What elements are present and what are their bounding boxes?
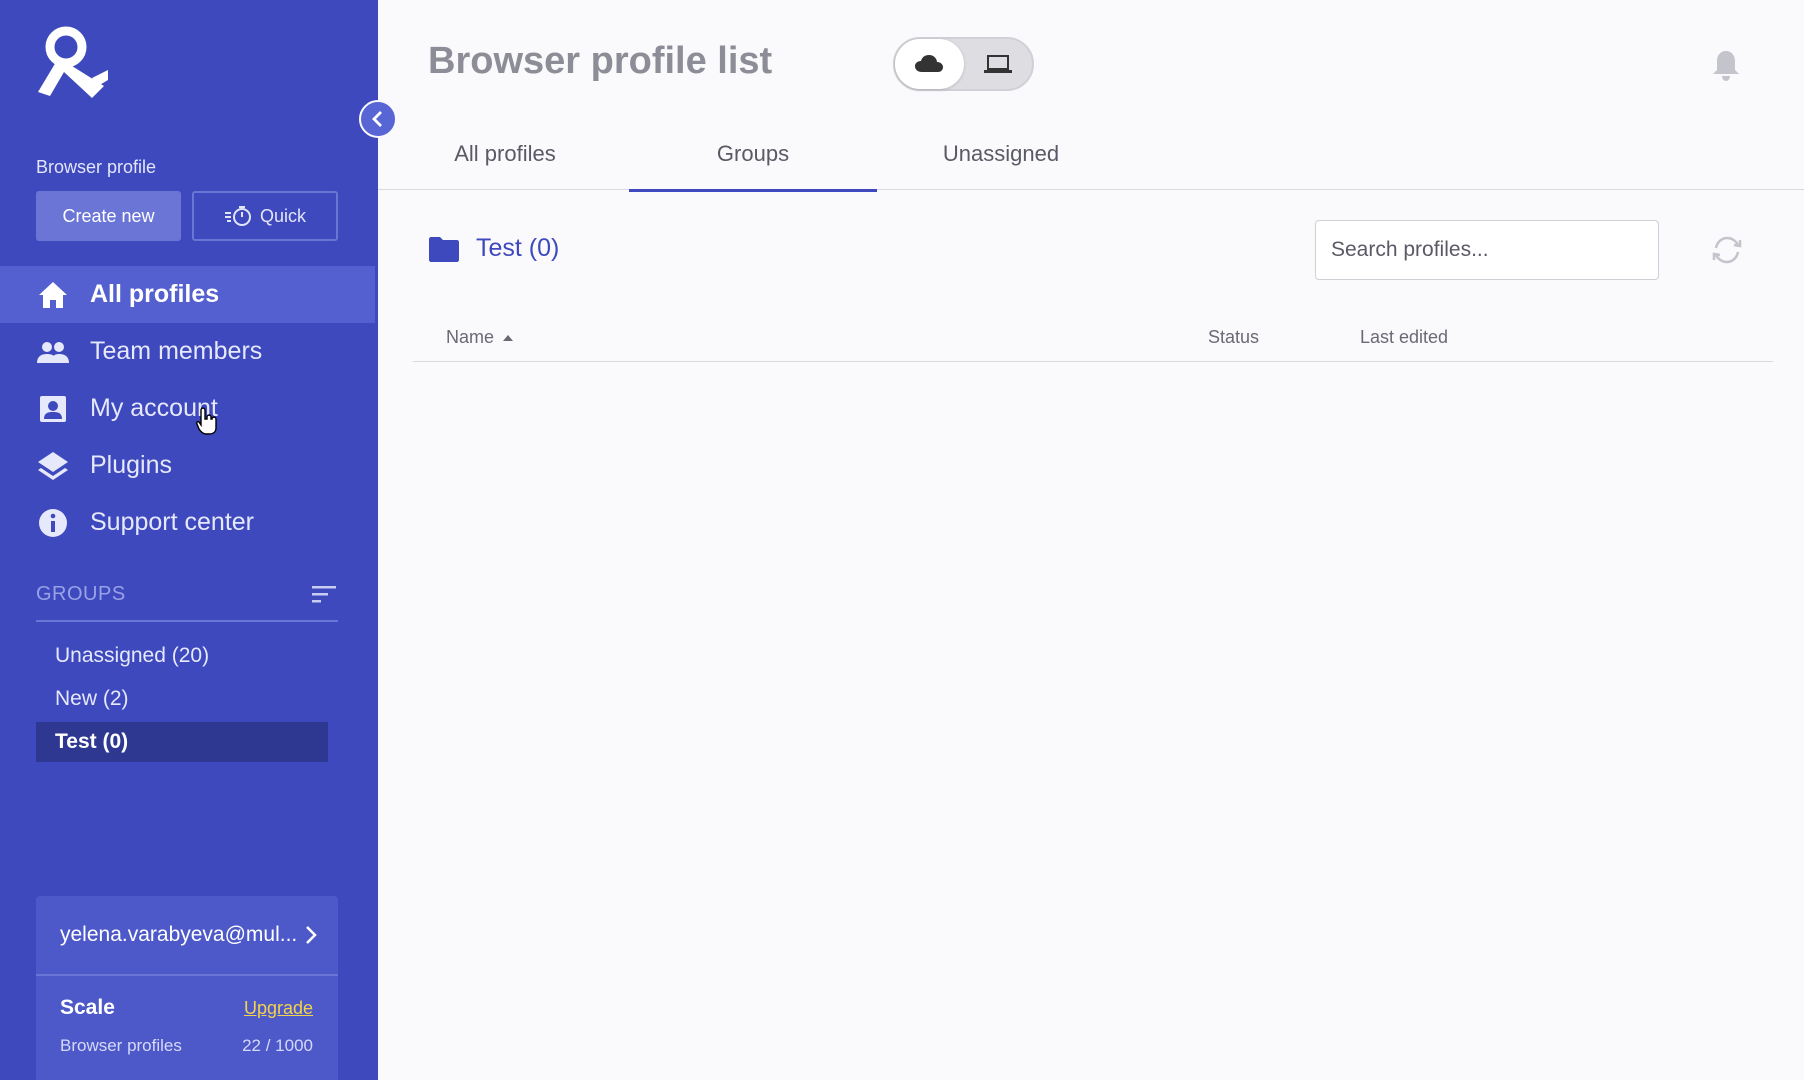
collapse-sidebar-button[interactable] [359,100,397,138]
browser-profile-label: Browser profile [36,157,157,177]
column-header-status[interactable]: Status [1208,327,1259,348]
sidebar-item-support-center[interactable]: Support center [0,494,378,551]
main-content: Browser profile list All profiles Groups… [378,0,1804,1080]
sidebar: Browser profile Create new Quick All pro… [0,0,378,1080]
page-title: Browser profile list [428,40,773,82]
sidebar-item-plugins[interactable]: Plugins [0,437,378,494]
account-card: yelena.varabyeva@mul... Scale Upgrade Br… [36,896,338,1080]
plan-name: Scale [60,996,115,1019]
home-icon [39,281,67,308]
sidebar-item-my-account[interactable]: My account [0,380,378,437]
account-switcher[interactable]: yelena.varabyeva@mul... [36,896,338,976]
quick-profile-button[interactable]: Quick [192,191,338,241]
sidebar-item-label: All profiles [90,280,220,308]
refresh-icon[interactable] [1710,235,1744,265]
search-profiles-input[interactable] [1315,220,1659,280]
groups-header: GROUPS [36,578,338,622]
group-item-test[interactable]: Test (0) [36,722,328,762]
sidebar-item-all-profiles[interactable]: All profiles [0,266,375,323]
profiles-table-header: Name Status Last edited [413,315,1773,362]
account-icon [40,395,66,422]
local-toggle-option[interactable] [964,39,1033,89]
stopwatch-icon [224,206,251,226]
create-new-button[interactable]: Create new [36,191,181,241]
sidebar-item-label: Support center [90,508,254,536]
groups-list: Unassigned (20) New (2) Test (0) [36,636,328,765]
group-item-unassigned[interactable]: Unassigned (20) [36,636,328,676]
tab-unassigned[interactable]: Unassigned [877,118,1125,190]
column-header-label: Name [446,327,495,347]
account-email: yelena.varabyeva@mul... [60,923,298,946]
sidebar-item-team-members[interactable]: Team members [0,323,378,380]
group-heading: Test (0) [428,234,559,263]
upgrade-link[interactable]: Upgrade [244,998,313,1019]
folder-icon [429,236,459,262]
notifications-bell-icon[interactable] [1711,48,1741,82]
info-icon [39,508,67,537]
group-heading-title: Test (0) [476,234,560,262]
column-header-label: Last edited [1360,327,1449,347]
tab-bar: All profiles Groups Unassigned [378,118,1804,192]
chevron-right-icon [306,926,317,944]
column-header-last-edited[interactable]: Last edited [1360,327,1448,348]
usage-value: 22 / 1000 [242,1036,313,1055]
cloud-toggle-option[interactable] [895,39,964,89]
hand-cursor-icon [196,407,217,435]
layers-icon [38,451,68,480]
tab-groups[interactable]: Groups [629,118,877,192]
quick-label: Quick [259,205,306,226]
sidebar-item-label: Plugins [90,451,172,479]
usage-label: Browser profiles [60,1036,182,1055]
laptop-icon [983,55,1012,73]
tab-all-profiles[interactable]: All profiles [381,118,629,190]
app-window: Browser profile Create new Quick All pro… [0,0,1804,1080]
sort-icon[interactable] [310,583,338,605]
group-item-new[interactable]: New (2) [36,679,328,719]
sort-ascending-icon [503,334,514,341]
app-logo-icon [38,26,108,98]
column-header-name[interactable]: Name [446,327,514,348]
groups-title: GROUPS [36,583,126,605]
chevron-left-icon [372,111,382,127]
column-header-label: Status [1208,327,1260,347]
sidebar-item-label: Team members [90,337,263,365]
storage-toggle [893,37,1034,91]
cloud-icon [915,55,944,72]
team-icon [37,341,69,363]
sidebar-nav: All profiles Team members My account Plu… [0,266,378,551]
